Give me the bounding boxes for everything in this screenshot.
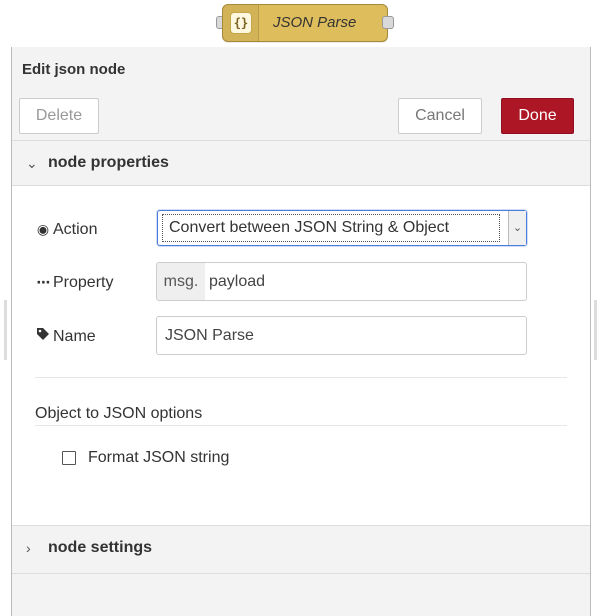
format-json-option[interactable]: Format JSON string [62,448,302,472]
action-select-value: Convert between JSON String & Object [162,214,500,242]
name-label: Name [35,316,96,357]
action-row: ◉ Action Convert between JSON String & Ob… [12,209,590,249]
options-heading-underline [35,425,567,426]
json-braces-icon: {} [230,12,252,34]
chevron-down-icon: ⌄ [26,155,38,171]
json-parse-node[interactable]: {} JSON Parse [216,4,394,42]
dot-circle-icon: ◉ [36,221,50,237]
ellipsis-icon: ⋯ [36,274,51,290]
tray-title: Edit json node [22,61,126,78]
options-divider [35,377,567,378]
properties-panel: ◉ Action Convert between JSON String & Ob… [12,185,590,526]
section-node-settings[interactable]: › node settings [12,526,590,570]
done-button[interactable]: Done [501,98,574,134]
delete-button[interactable]: Delete [19,98,99,134]
tray-footer [12,573,590,616]
left-resize-handle[interactable] [4,300,7,360]
chevron-right-icon: › [26,540,31,556]
section-label: node settings [48,539,153,556]
action-select[interactable]: Convert between JSON String & Object ⌄ [157,210,527,246]
property-label-text: Property [53,274,114,291]
action-label-text: Action [53,221,98,238]
node-icon-area: {} [223,5,259,41]
cancel-button[interactable]: Cancel [398,98,482,134]
format-json-checkbox[interactable] [62,451,76,465]
name-row: Name JSON Parse [12,316,590,356]
node-output-port[interactable] [382,16,394,29]
scrollbar[interactable] [594,300,597,360]
property-type-prefix[interactable]: msg. [157,263,205,300]
node-label: JSON Parse [273,14,357,31]
tray-toolbar: Delete Cancel Done [12,92,590,140]
property-row: ⋯ Property msg. payload [12,262,590,302]
name-label-text: Name [53,328,96,345]
property-input[interactable]: msg. payload [156,262,527,301]
name-input[interactable]: JSON Parse [156,316,527,355]
section-node-properties[interactable]: ⌄ node properties [12,140,590,184]
property-value[interactable]: payload [209,263,265,300]
property-label: ⋯ Property [35,262,114,303]
section-label: node properties [48,154,169,171]
chevron-down-icon[interactable]: ⌄ [508,211,526,245]
options-heading: Object to JSON options [35,405,203,422]
edit-tray: Edit json node Delete Cancel Done ⌄ node… [11,47,591,616]
tag-icon [35,316,51,356]
action-label: ◉ Action [35,209,98,250]
format-json-label: Format JSON string [88,449,230,466]
node-body[interactable]: {} JSON Parse [222,4,388,42]
